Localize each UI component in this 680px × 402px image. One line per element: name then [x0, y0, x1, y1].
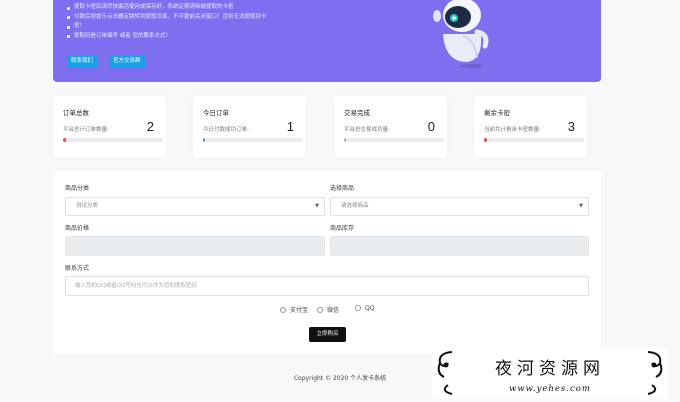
- price-field: [65, 236, 325, 256]
- stat-card-remaining-cards: 剩余卡密 当前共计剩余卡密数量: 3: [474, 96, 587, 158]
- progress-bar: [63, 138, 163, 142]
- product-select[interactable]: 请选择商品 ▼: [330, 197, 589, 216]
- stat-label: 今日付款成功订单:: [203, 127, 249, 133]
- chevron-down-icon: ▼: [579, 203, 583, 209]
- contact-us-button[interactable]: 联系我们: [67, 55, 98, 68]
- robot-mascot-icon: [433, 0, 489, 68]
- stat-card-completed: 交易完成 平台总交易成功量: 0: [334, 96, 447, 158]
- contact-input[interactable]: 输入您的QQ或者QQ号码也可以作为您的提取密码: [65, 276, 589, 296]
- payment-option-alipay[interactable]: 支付宝: [280, 305, 308, 314]
- stat-title: 剩余卡密: [484, 109, 510, 117]
- stat-title: 交易完成: [344, 109, 370, 117]
- stat-value: 3: [567, 119, 575, 134]
- product-label: 选择商品: [330, 185, 355, 192]
- category-select-value: 测试分类: [76, 203, 99, 209]
- category-label: 商品分类: [65, 185, 90, 192]
- stat-title: 订单总数: [63, 109, 89, 117]
- notice-line: 提取卡密后请尽快激活使用或保存好，系统定期清除被提取的卡密: [67, 3, 267, 13]
- radio-circle-icon: [280, 307, 286, 313]
- stock-label: 商品库存: [330, 225, 355, 232]
- watermark-url: www.yehes.com: [509, 384, 591, 394]
- stat-value: 1: [286, 119, 294, 134]
- notice-banner: 提取卡密后请尽快激活使用或保存好，系统定期清除被提取的卡密 付款后按提示点击确定…: [53, 0, 601, 82]
- stat-value: 2: [146, 119, 154, 134]
- payment-option-qq[interactable]: QQ: [355, 305, 374, 312]
- buy-now-button[interactable]: 立即购买: [309, 327, 346, 342]
- product-select-value: 请选择商品: [341, 203, 369, 209]
- watermark-logo: 夜河资源网 www.yehes.com: [432, 347, 668, 399]
- payment-label: 微信: [327, 307, 340, 314]
- radio-circle-icon: [355, 305, 361, 311]
- stat-title: 今日订单: [203, 109, 229, 117]
- contact-label: 联系方式: [65, 265, 90, 272]
- stock-field: [330, 236, 589, 256]
- payment-label: QQ: [365, 305, 375, 312]
- progress-bar: [484, 138, 584, 142]
- payment-option-wechat[interactable]: 微信: [317, 305, 339, 314]
- stat-label: 平台总交易成功量:: [344, 127, 390, 133]
- stat-value: 0: [427, 119, 435, 134]
- stat-label: 当前共计剩余卡密数量:: [484, 127, 541, 133]
- progress-bar: [203, 138, 303, 142]
- stat-card-total-orders: 订单总数 平台总计订单数量: 2: [53, 96, 166, 158]
- stat-card-today-orders: 今日订单 今日付款成功订单: 1: [193, 96, 306, 158]
- radio-circle-icon: [317, 307, 323, 313]
- stat-label: 平台总计订单数量:: [63, 127, 109, 133]
- notice-list: 提取卡密后请尽快激活使用或保存好，系统定期清除被提取的卡密 付款后按提示点击确定…: [67, 3, 267, 41]
- watermark-title: 夜河资源网: [495, 359, 605, 379]
- notice-line: 提取码是订单编号 或者 您的联系方式！: [67, 32, 267, 42]
- payment-label: 支付宝: [290, 307, 309, 314]
- progress-bar: [344, 138, 444, 142]
- price-label: 商品价格: [65, 225, 90, 232]
- official-group-button[interactable]: 官方交流群: [109, 55, 145, 68]
- notice-line: 密！: [67, 22, 267, 32]
- notice-line: 付款后按提示点击确定跳转到提取页面，不可提前关闭窗口！否则无法提取到卡: [67, 13, 267, 23]
- category-select[interactable]: 测试分类 ▼: [65, 197, 325, 216]
- chevron-down-icon: ▼: [315, 203, 319, 209]
